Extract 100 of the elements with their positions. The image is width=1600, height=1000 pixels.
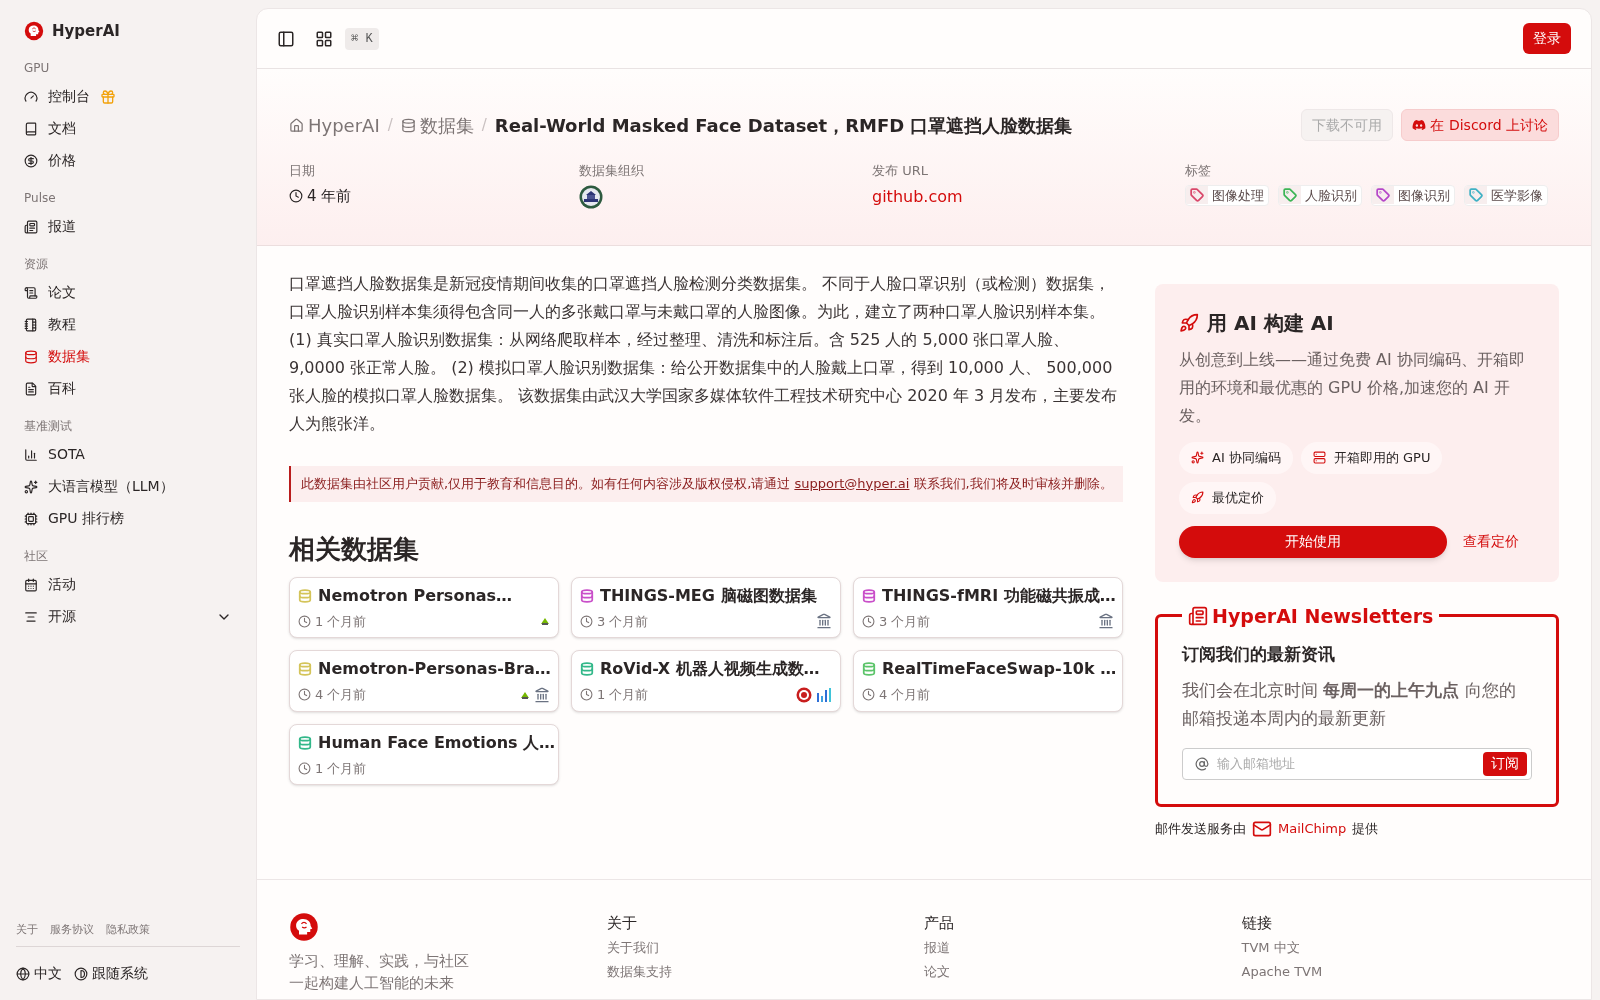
url-link[interactable]: github.com (872, 184, 1185, 209)
footer-link[interactable]: 隐私政策 (106, 921, 150, 938)
card-time: 4 个月前 (298, 685, 367, 705)
footer-heading: 链接 (1241, 912, 1273, 934)
feature-chip: 开箱即用的 GPU (1300, 441, 1443, 474)
subscribe-button[interactable]: 订阅 (1483, 751, 1527, 776)
database-icon (24, 349, 38, 364)
lines-icon (24, 609, 38, 624)
clock-icon (298, 761, 311, 775)
contrast-icon (74, 966, 88, 981)
promo-title: 用 AI 构建 AI (1207, 309, 1334, 337)
footer-link[interactable]: 服务协议 (50, 921, 94, 938)
newspaper-icon (24, 219, 38, 234)
dataset-card[interactable]: Nemotron Personas… 1 个月前 (289, 576, 559, 638)
sidebar-item[interactable]: 教程 (16, 308, 240, 341)
clock-icon (298, 614, 311, 628)
tag[interactable]: 人脸识别 (1278, 184, 1362, 206)
dataset-card[interactable]: Nemotron-Personas-Bra… 4 个月前 (289, 650, 559, 712)
language-button[interactable]: 中文 (16, 963, 62, 984)
sidebar-item[interactable]: SOTA (16, 438, 240, 471)
section-heading: 相关数据集 (289, 532, 420, 566)
bank-icon (534, 686, 550, 703)
sidebar-item[interactable]: 论文 (16, 276, 240, 309)
sidebar-item[interactable]: 价格 (16, 144, 240, 177)
clock-icon (862, 688, 875, 702)
bank-icon (816, 613, 832, 630)
sidebar-item[interactable]: 报道 (16, 210, 240, 243)
bar-chart-icon (816, 686, 832, 703)
card-time: 3 个月前 (862, 611, 931, 631)
dataset-card[interactable]: RoVid-X 机器人视频生成数… 1 个月前 (571, 650, 841, 712)
footer-link[interactable]: Apache TVM (1241, 961, 1559, 981)
provider-link[interactable]: MailChimp (1278, 818, 1347, 839)
page-title: Real-World Masked Face Dataset，RMFD 口罩遮挡人脸数据集 (494, 113, 1073, 138)
sidebar-item[interactable]: GPU 排行榜 (16, 502, 240, 535)
rocket-icon (1191, 491, 1204, 504)
email-field[interactable]: 输入邮箱地址 订阅 (1182, 747, 1532, 780)
tag[interactable]: 图像处理 (1185, 184, 1269, 206)
dataset-card[interactable]: RealTimeFaceSwap-10k … 4 个月前 (853, 650, 1123, 712)
footer-heading: 关于 (606, 912, 638, 934)
sidebar-item[interactable]: 百科 (16, 372, 240, 405)
login-button[interactable]: 登录 (1523, 23, 1571, 54)
seal-icon (796, 686, 812, 703)
logo-icon (24, 21, 44, 42)
promo-text: 从创意到上线——通过免费 AI 协同编码、开箱即用的环境和最优惠的 GPU 价格,加速您的 AI 开发。 (1179, 348, 1526, 427)
sidebar-toggle-icon[interactable] (277, 29, 295, 48)
sidebar-item[interactable]: 开源 (16, 600, 240, 633)
dataset-card[interactable]: Human Face Emotions 人… 1 个月前 (289, 723, 559, 785)
card-title: THINGS-fMRI 功能磁共振成… (882, 584, 1116, 607)
tag[interactable]: 医学影像 (1464, 184, 1548, 206)
feature-chip: AI 协同编码 (1179, 441, 1293, 474)
sparkles-icon (24, 479, 38, 494)
sidebar-item[interactable]: 控制台 (16, 80, 240, 113)
theme-button[interactable]: 跟随系统 (74, 963, 148, 984)
dataset-card[interactable]: THINGS-fMRI 功能磁共振成… 3 个月前 (853, 576, 1123, 638)
email-link[interactable]: support@hyper.ai (794, 475, 910, 491)
notebook-icon (24, 317, 38, 332)
at-sign-icon (1195, 756, 1209, 771)
footer-link[interactable]: 数据集支持 (606, 961, 924, 981)
apps-icon[interactable] (315, 29, 333, 48)
card-time: 1 个月前 (298, 758, 367, 778)
clock-icon (298, 688, 311, 702)
dollar-icon (24, 153, 38, 168)
globe-icon (16, 966, 30, 981)
clock-icon (862, 614, 875, 628)
sidebar-item[interactable]: 数据集 (16, 340, 240, 373)
meta-label: 日期 (289, 162, 316, 180)
sidebar-group-label: 社区 (23, 547, 49, 565)
book-icon (24, 121, 38, 136)
sidebar-item[interactable]: 文档 (16, 112, 240, 145)
pricing-link[interactable]: 查看定价 (1463, 531, 1519, 552)
breadcrumb-link[interactable]: 数据集 (400, 111, 474, 139)
start-button[interactable]: 开始使用 (1179, 525, 1447, 558)
discord-icon (1412, 118, 1427, 132)
dataset-card[interactable]: THINGS-MEG 脑磁图数据集 3 个月前 (571, 576, 841, 638)
tag[interactable]: 图像识别 (1371, 184, 1455, 206)
breadcrumb-link[interactable]: HyperAI (289, 111, 380, 139)
server-icon (1312, 451, 1326, 464)
home-icon (289, 117, 304, 133)
chip-icon (24, 511, 38, 526)
footer-link[interactable]: 论文 (924, 961, 1242, 981)
footer-link[interactable]: TVM 中文 (1241, 938, 1559, 958)
clock-icon (580, 688, 593, 702)
database-icon (400, 117, 416, 133)
footer-link[interactable]: 关于我们 (606, 938, 924, 958)
sparkles-icon (1191, 451, 1204, 464)
sidebar-group-label: Pulse (23, 189, 57, 207)
provider-text: 提供 (1352, 819, 1379, 838)
logo-icon (540, 616, 550, 627)
shortcut-key: ⌘ K (345, 27, 379, 50)
sidebar-item[interactable]: 大语言模型（LLM） (16, 470, 240, 503)
sidebar-group-label: 基准测试 (23, 417, 73, 435)
card-time: 3 个月前 (580, 611, 649, 631)
footer-link[interactable]: 关于 (16, 921, 38, 938)
newsletter-text: 我们会在北京时间 每周一的上午九点 向您的邮箱投递本周内的最新更新 (1182, 678, 1517, 730)
discord-button[interactable]: 在 Discord 上讨论 (1401, 109, 1559, 141)
footer-link[interactable]: 报道 (924, 938, 1242, 958)
card-time: 1 个月前 (298, 611, 367, 631)
organization-logo-icon (579, 184, 603, 209)
meta-label: 发布 URL (872, 162, 929, 180)
sidebar-item[interactable]: 活动 (16, 568, 240, 601)
